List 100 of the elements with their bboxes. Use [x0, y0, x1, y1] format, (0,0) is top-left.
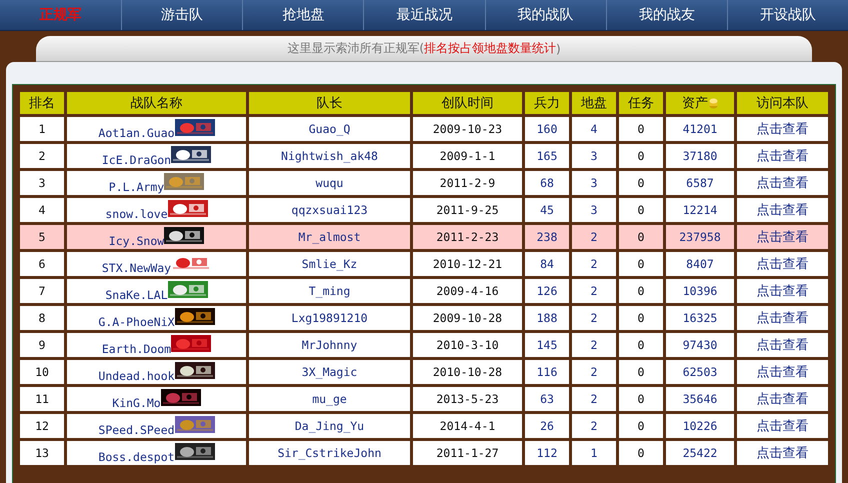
- missions-cell: 0: [619, 333, 663, 357]
- assets-cell: 12214: [666, 198, 734, 222]
- visit-link[interactable]: 点击查看: [756, 446, 808, 461]
- troops-cell: 238: [525, 225, 569, 249]
- visit-link[interactable]: 点击查看: [756, 284, 808, 299]
- date-cell: 2014-4-1: [413, 414, 522, 438]
- assets-cell: 10396: [666, 279, 734, 303]
- date-cell: 2009-1-1: [413, 144, 522, 168]
- team-name: snow.love: [105, 206, 168, 220]
- team-name: Boss.despot: [98, 450, 175, 464]
- column-header: 创队时间: [413, 92, 522, 114]
- column-header: 队长: [249, 92, 410, 114]
- troops-cell: 45: [525, 198, 569, 222]
- leader-cell: MrJohnny: [249, 333, 410, 357]
- troops-cell: 145: [525, 333, 569, 357]
- leader-cell: Smlie_Kz: [249, 252, 410, 276]
- visit-link[interactable]: 点击查看: [756, 338, 808, 353]
- rank-cell: 11: [20, 387, 64, 411]
- missions-cell: 0: [619, 252, 663, 276]
- assets-cell: 10226: [666, 414, 734, 438]
- visit-link[interactable]: 点击查看: [756, 230, 808, 245]
- visit-link[interactable]: 点击查看: [756, 203, 808, 218]
- visit-link[interactable]: 点击查看: [756, 365, 808, 380]
- assets-cell: 6587: [666, 171, 734, 195]
- rank-cell: 9: [20, 333, 64, 357]
- troops-cell: 165: [525, 144, 569, 168]
- missions-cell: 0: [619, 441, 663, 465]
- date-cell: 2009-10-23: [413, 117, 522, 141]
- visit-link[interactable]: 点击查看: [756, 311, 808, 326]
- rank-cell: 2: [20, 144, 64, 168]
- territory-cell: 2: [572, 387, 616, 411]
- missions-cell: 0: [619, 306, 663, 330]
- rank-cell: 7: [20, 279, 64, 303]
- territory-cell: 2: [572, 360, 616, 384]
- rank-cell: 3: [20, 171, 64, 195]
- territory-cell: 2: [572, 252, 616, 276]
- visit-link[interactable]: 点击查看: [756, 122, 808, 137]
- visit-link[interactable]: 点击查看: [756, 419, 808, 434]
- troops-cell: 126: [525, 279, 569, 303]
- troops-cell: 68: [525, 171, 569, 195]
- team-name: SnaKe.LAL: [105, 288, 168, 302]
- leader-cell: qqzxsuai123: [249, 198, 410, 222]
- territory-cell: 2: [572, 414, 616, 438]
- nav-tab[interactable]: 我的战队: [484, 0, 606, 30]
- rank-cell: 5: [20, 225, 64, 249]
- team-name: Earth.Doom: [102, 342, 172, 356]
- leader-cell: 3X_Magic: [249, 360, 410, 384]
- troops-cell: 188: [525, 306, 569, 330]
- nav-tab[interactable]: 开设战队: [726, 0, 848, 30]
- column-header: 访问本队: [737, 92, 828, 114]
- team-name: IcE.DraGon: [102, 152, 172, 166]
- troops-cell: 116: [525, 360, 569, 384]
- territory-cell: 2: [572, 279, 616, 303]
- team-name: G.A-PhoeNiX: [98, 314, 175, 328]
- nav-tab[interactable]: 游击队: [121, 0, 242, 30]
- date-cell: 2011-1-27: [413, 441, 522, 465]
- notice-text: 这里显示索沛所有正规军(排名按占领地盘数量统计): [36, 36, 812, 62]
- missions-cell: 0: [619, 144, 663, 168]
- territory-cell: 3: [572, 144, 616, 168]
- missions-cell: 0: [619, 387, 663, 411]
- rank-cell: 8: [20, 306, 64, 330]
- territory-cell: 2: [572, 225, 616, 249]
- assets-cell: 41201: [666, 117, 734, 141]
- visit-link[interactable]: 点击查看: [756, 392, 808, 407]
- rank-cell: 12: [20, 414, 64, 438]
- leader-cell: Nightwish_ak48: [249, 144, 410, 168]
- date-cell: 2009-10-28: [413, 306, 522, 330]
- territory-cell: 4: [572, 117, 616, 141]
- nav-tab[interactable]: 抢地盘: [242, 0, 364, 30]
- leader-cell: wuqu: [249, 171, 410, 195]
- date-cell: 2010-10-28: [413, 360, 522, 384]
- troops-cell: 112: [525, 441, 569, 465]
- nav-tab[interactable]: 我的战友: [606, 0, 727, 30]
- territory-cell: 2: [572, 333, 616, 357]
- missions-cell: 0: [619, 414, 663, 438]
- troops-cell: 160: [525, 117, 569, 141]
- visit-link[interactable]: 点击查看: [756, 257, 808, 272]
- team-name: Icy.Snow: [108, 234, 164, 248]
- leader-cell: Mr_almost: [249, 225, 410, 249]
- territory-cell: 3: [572, 171, 616, 195]
- nav-tab[interactable]: 最近战况: [363, 0, 485, 30]
- coin-icon: [709, 98, 718, 108]
- missions-cell: 0: [619, 171, 663, 195]
- column-header: 战队名称: [67, 92, 246, 114]
- team-name: KinG.Mo: [112, 396, 161, 410]
- leader-cell: Sir_CstrikeJohn: [249, 441, 410, 465]
- troops-cell: 84: [525, 252, 569, 276]
- team-name: SPeed.SPeed: [98, 422, 175, 436]
- rank-cell: 10: [20, 360, 64, 384]
- column-header: 地盘: [572, 92, 616, 114]
- assets-cell: 97430: [666, 333, 734, 357]
- column-header: 排名: [20, 92, 64, 114]
- date-cell: 2011-9-25: [413, 198, 522, 222]
- rank-cell: 4: [20, 198, 64, 222]
- territory-cell: 2: [572, 306, 616, 330]
- visit-link[interactable]: 点击查看: [756, 149, 808, 164]
- assets-cell: 37180: [666, 144, 734, 168]
- visit-link[interactable]: 点击查看: [756, 176, 808, 191]
- troops-cell: 63: [525, 387, 569, 411]
- assets-cell: 237958: [666, 225, 734, 249]
